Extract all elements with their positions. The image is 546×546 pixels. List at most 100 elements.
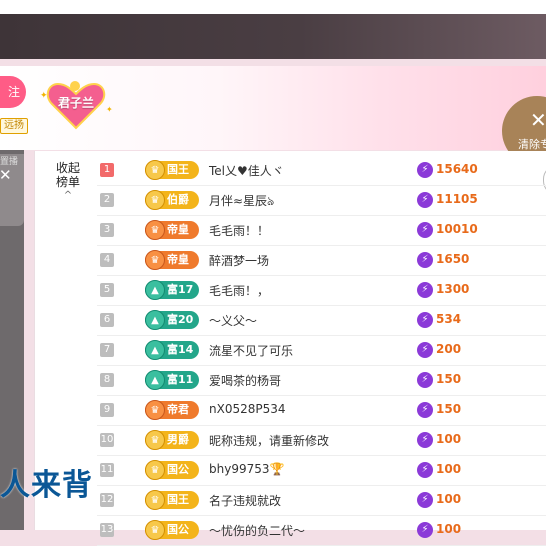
lightning-icon: ⚡ (417, 162, 433, 178)
level-badge: ▲ 富17 (145, 280, 199, 300)
level-badge: ♛ 国王 (145, 160, 199, 180)
lightning-icon: ⚡ (417, 522, 433, 538)
list-item[interactable]: 7 ▲ 富14 流星不见了可乐 ⚡ 200 (97, 335, 546, 366)
level-badge: ♛ 国王 (145, 490, 199, 510)
rank-number: 3 (100, 223, 114, 237)
user-name[interactable]: 毛毛雨！！ (209, 222, 269, 239)
contribution-number: 100 (436, 522, 462, 536)
level-badge-label: 富11 (167, 373, 194, 386)
rank-number: 1 (100, 163, 114, 177)
collapse-label-1: 收起 (55, 161, 80, 175)
lightning-icon: ⚡ (417, 312, 433, 328)
crown-icon: ♛ (145, 250, 165, 270)
list-item[interactable]: 4 ♛ 帝皇 醉酒梦一场 ⚡ 1650 (97, 245, 546, 276)
level-badge-label: 富20 (167, 313, 194, 326)
heart-badge-label: 君子兰 (57, 96, 94, 110)
crown-icon: ♛ (145, 160, 165, 180)
user-name[interactable]: nX0528P534 (209, 402, 286, 416)
close-icon: ✕ (530, 108, 546, 132)
lightning-icon: ⚡ (417, 372, 433, 388)
list-item[interactable]: 3 ♛ 帝皇 毛毛雨！！ ⚡ 10010 (97, 215, 546, 246)
contribution-number: 100 (436, 432, 462, 446)
crown-icon: ♛ (145, 520, 165, 540)
list-item[interactable]: 12 ♛ 国王 名子违规就改 ⚡ 100 (97, 485, 546, 516)
close-icon[interactable]: ✕ (0, 166, 12, 184)
lightning-icon: ⚡ (417, 342, 433, 358)
level-badge-label: 国王 (167, 493, 189, 506)
list-item[interactable]: 13 ♛ 国公 ～忧伤的负二代～ ⚡ 100 (97, 515, 546, 546)
rank-number: 9 (100, 403, 114, 417)
crown-icon: ♛ (145, 220, 165, 240)
list-item[interactable]: 11 ♛ 国公 bhy99753🏆 ⚡ 100 (97, 455, 546, 486)
crown-icon: ♛ (145, 490, 165, 510)
rank-number: 13 (100, 523, 114, 537)
user-name[interactable]: 名子违规就改 (209, 492, 281, 509)
user-name[interactable]: 爱喝茶的杨哥 (209, 372, 281, 389)
lightning-icon: ⚡ (417, 282, 433, 298)
level-badge-label: 国公 (167, 463, 189, 476)
chevron-up-icon: ^ (63, 190, 73, 201)
contribution-number: 1300 (436, 282, 470, 296)
level-badge-label: 帝皇 (167, 253, 189, 266)
level-badge: ▲ 富20 (145, 310, 199, 330)
overlay-text: 人来背 (0, 468, 93, 503)
rank-number: 8 (100, 373, 114, 387)
level-badge: ♛ 帝皇 (145, 250, 199, 270)
crown-icon: ♛ (145, 400, 165, 420)
contribution-number: 11105 (436, 192, 478, 206)
lightning-icon: ⚡ (417, 222, 433, 238)
level-badge-label: 帝君 (167, 403, 189, 416)
list-item[interactable]: 10 ♛ 男爵 昵称违规，请重新修改 ⚡ 100 (97, 425, 546, 456)
level-badge-label: 帝皇 (167, 223, 189, 236)
top-band (0, 0, 546, 14)
user-name[interactable]: 醉酒梦一场 (209, 252, 269, 269)
user-name[interactable]: 昵称违规，请重新修改 (209, 432, 329, 449)
rank-number: 2 (100, 193, 114, 207)
list-item[interactable]: 8 ▲ 富11 爱喝茶的杨哥 ⚡ 150 (97, 365, 546, 396)
ranking-panel: 收起 榜单 ^ 1 ♛ 国王 Tel乂♥佳人ヾ ⚡ 15640 2 ♛ 伯爵 月伴≈星辰ঌ ⚡ 111… (34, 151, 546, 546)
lightning-icon: ⚡ (417, 402, 433, 418)
lightning-icon: ⚡ (417, 252, 433, 268)
level-badge-label: 伯爵 (167, 193, 189, 206)
contribution-number: 100 (436, 462, 462, 476)
level-badge: ♛ 男爵 (145, 430, 199, 450)
collapse-button[interactable]: 收起 榜单 ^ (53, 161, 83, 203)
list-item[interactable]: 6 ▲ 富20 ～义父～ ⚡ 534 (97, 305, 546, 336)
contribution-number: 100 (436, 492, 462, 506)
mountain-icon: ▲ (145, 370, 165, 390)
level-badge-label: 国公 (167, 523, 189, 536)
lightning-icon: ⚡ (417, 432, 433, 448)
rank-number: 12 (100, 493, 114, 507)
video-area (0, 14, 546, 59)
list-item[interactable]: 2 ♛ 伯爵 月伴≈星辰ঌ ⚡ 11105 (97, 185, 546, 216)
crown-icon: ♛ (145, 190, 165, 210)
rank-number: 7 (100, 343, 114, 357)
user-name[interactable]: 月伴≈星辰ঌ (209, 192, 274, 213)
level-badge: ♛ 国公 (145, 520, 199, 540)
crown-icon: ♛ (145, 430, 165, 450)
lightning-icon: ⚡ (417, 492, 433, 508)
list-item[interactable]: 9 ♛ 帝君 nX0528P534 ⚡ 150 (97, 395, 546, 426)
level-badge: ♛ 国公 (145, 460, 199, 480)
lightning-icon: ⚡ (417, 192, 433, 208)
rank-number: 6 (100, 313, 114, 327)
list-item[interactable]: 1 ♛ 国王 Tel乂♥佳人ヾ ⚡ 15640 (97, 155, 546, 186)
rank-number: 10 (100, 433, 114, 447)
mountain-icon: ▲ (145, 280, 165, 300)
user-name[interactable]: bhy99753🏆 (209, 462, 284, 476)
level-badge: ♛ 帝君 (145, 400, 199, 420)
user-name[interactable]: 毛毛雨！， (209, 282, 269, 299)
contribution-number: 15640 (436, 162, 478, 176)
level-badge: ▲ 富11 (145, 370, 199, 390)
list-item[interactable]: 5 ▲ 富17 毛毛雨！， ⚡ 1300 (97, 275, 546, 306)
user-name[interactable]: ～忧伤的负二代～ (209, 522, 305, 539)
level-badge-label: 国王 (167, 163, 189, 176)
mountain-icon: ▲ (145, 340, 165, 360)
contribution-number: 150 (436, 402, 462, 416)
user-name[interactable]: Tel乂♥佳人ヾ (209, 162, 284, 179)
crown-icon: ♛ (145, 460, 165, 480)
user-name[interactable]: ～义父～ (209, 312, 257, 329)
collapse-label-2: 榜单 (55, 175, 80, 189)
user-name[interactable]: 流星不见了可乐 (209, 342, 293, 359)
heart-badge[interactable]: ✦ ✦ 君子兰 (38, 78, 116, 130)
